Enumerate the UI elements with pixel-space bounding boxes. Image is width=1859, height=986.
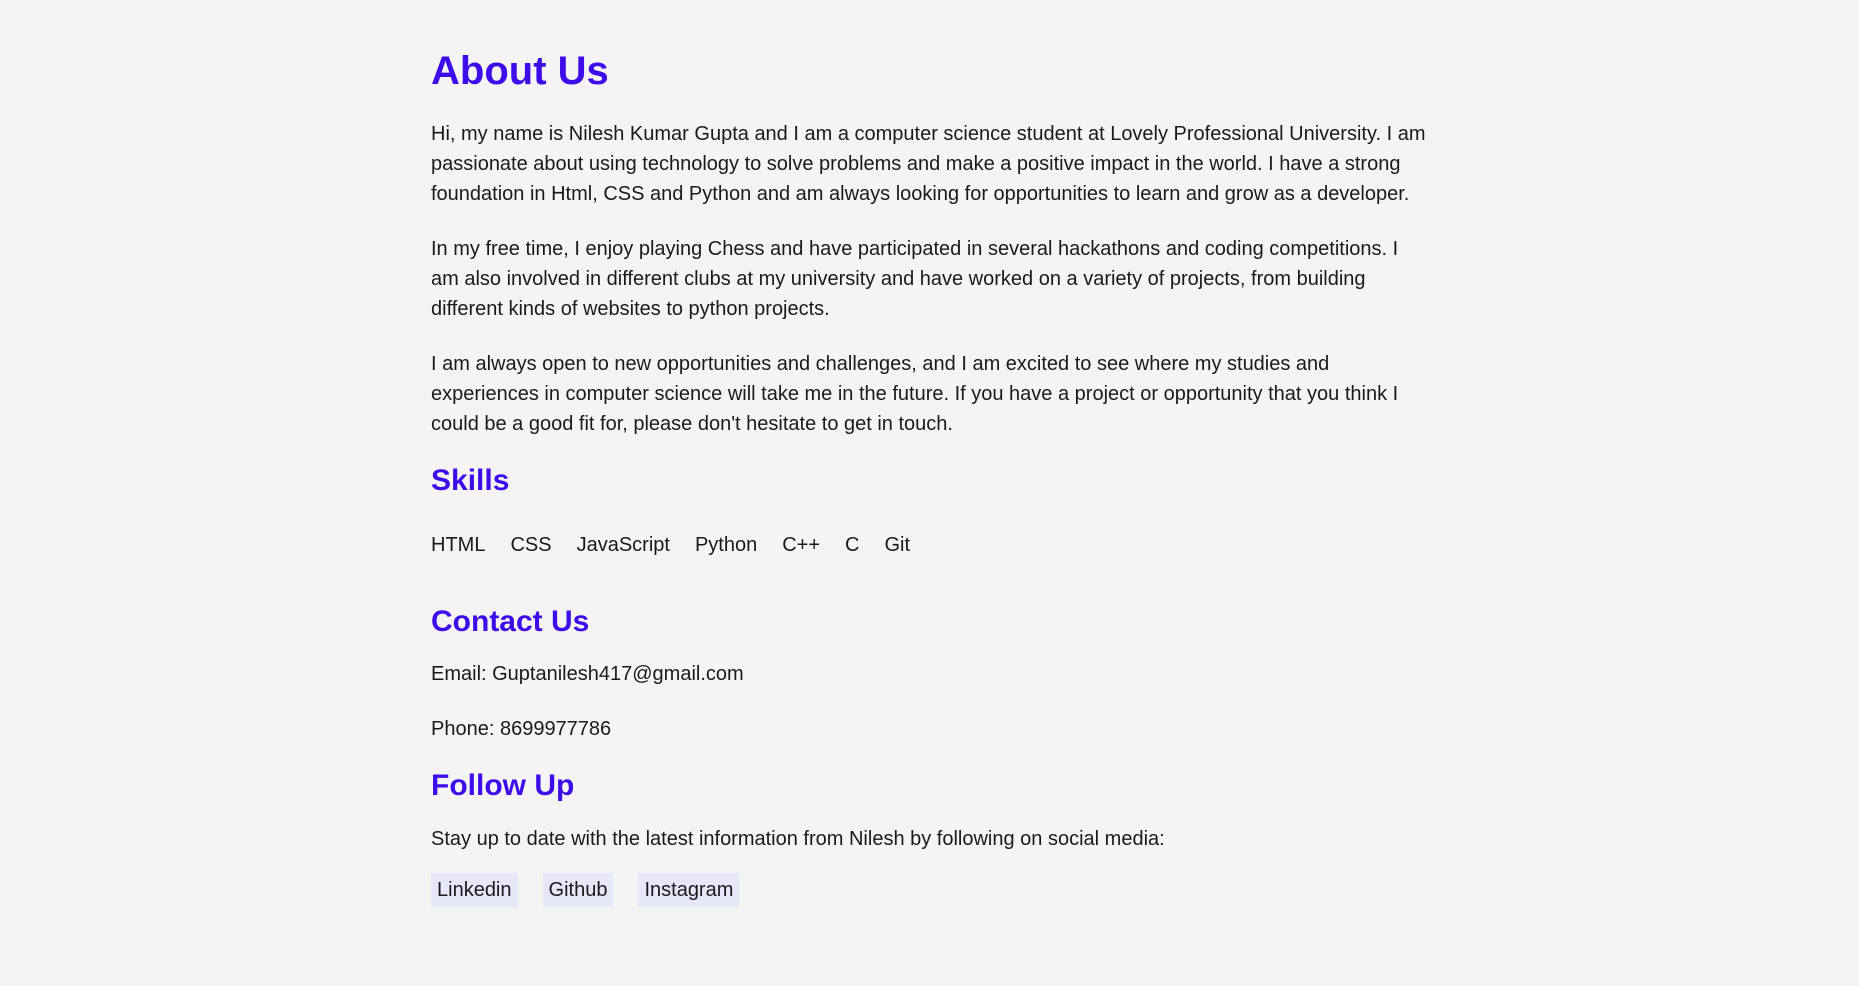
about-paragraph-1: Hi, my name is Nilesh Kumar Gupta and I … bbox=[431, 123, 1426, 205]
skill-item: CSS bbox=[510, 534, 552, 556]
skill-item: JavaScript bbox=[576, 534, 670, 556]
skill-item: Python bbox=[694, 534, 758, 556]
instagram-link[interactable]: Instagram bbox=[638, 873, 740, 907]
linkedin-link[interactable]: Linkedin bbox=[431, 873, 518, 907]
about-title: About Us bbox=[431, 49, 609, 93]
follow-title: Follow Up bbox=[431, 769, 575, 802]
about-paragraph-2: In my free time, I enjoy playing Chess a… bbox=[431, 238, 1399, 320]
skills-list: HTML CSS JavaScript Python C++ C Git bbox=[431, 530, 910, 560]
follow-text: Stay up to date with the latest informat… bbox=[431, 828, 1165, 850]
skill-item: Git bbox=[884, 534, 911, 556]
skills-title: Skills bbox=[431, 464, 510, 497]
contact-phone: Phone: 8699977786 bbox=[431, 718, 612, 740]
skill-item: C bbox=[845, 534, 860, 556]
contact-title: Contact Us bbox=[431, 605, 590, 638]
skill-item: HTML bbox=[431, 534, 486, 556]
social-links: Linkedin Github Instagram bbox=[431, 873, 740, 907]
contact-email: Email: Guptanilesh417@gmail.com bbox=[431, 663, 744, 685]
github-link[interactable]: Github bbox=[542, 873, 614, 907]
skill-item: C++ bbox=[782, 534, 821, 556]
about-paragraph-3: I am always open to new opportunities an… bbox=[431, 353, 1399, 435]
